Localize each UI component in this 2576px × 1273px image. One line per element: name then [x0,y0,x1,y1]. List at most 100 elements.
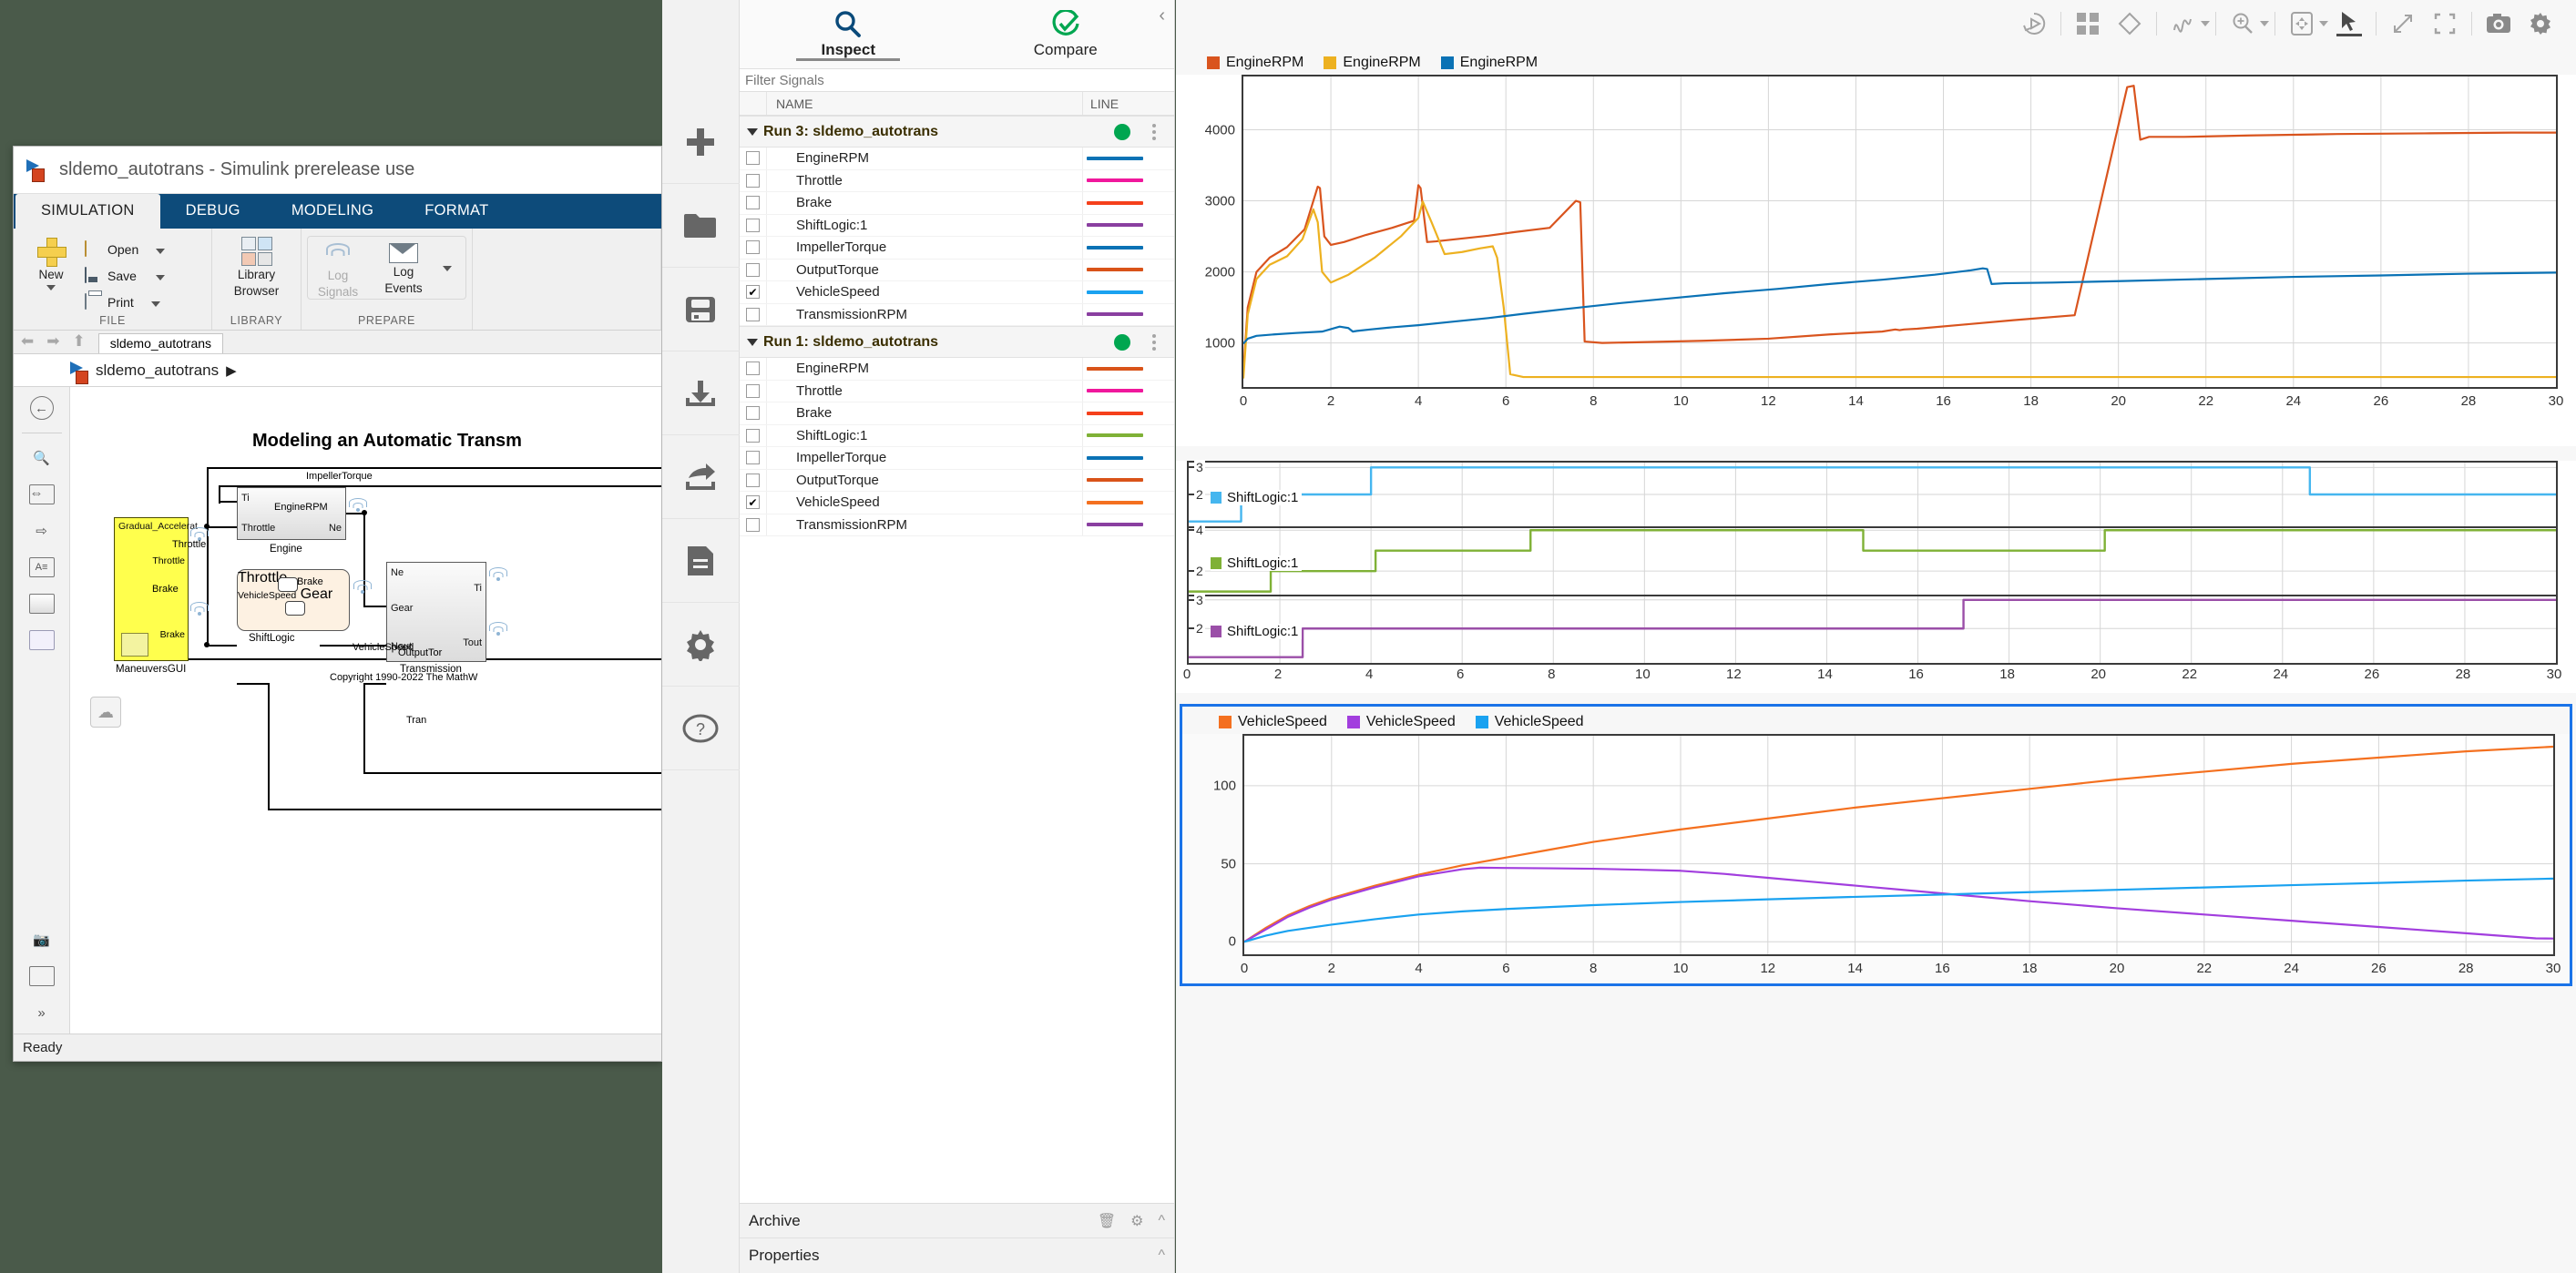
scope-viewer-icon[interactable] [28,592,56,616]
archive-section-header[interactable]: Archive 🗑 ⚙ ^ [740,1204,1174,1238]
shiftlogic-chart-2[interactable]: 24ShiftLogic:1 [1176,528,2576,596]
signal-checkbox[interactable] [746,518,760,532]
signal-row[interactable]: ImpellerTorque [740,237,1174,260]
chevron-up-icon[interactable]: ^ [1158,1213,1165,1229]
signal-list[interactable]: Run 3: sldemo_autotransEngineRPMThrottle… [740,116,1174,1203]
signal-checkbox[interactable] [746,308,760,321]
snapshot-icon[interactable] [2478,5,2520,42]
chevron-down-icon[interactable] [2201,21,2210,26]
more-options-icon[interactable] [1145,124,1163,140]
signal-checkbox[interactable] [746,240,760,254]
zoom-in-icon[interactable] [2222,5,2264,42]
library-browser-button[interactable]: Library Browser [221,234,291,298]
signal-row[interactable]: EngineRPM [740,358,1174,381]
signal-checkbox[interactable] [746,406,760,420]
signal-checkbox[interactable]: ✔ [746,495,760,509]
signal-row[interactable]: TransmissionRPM [740,304,1174,327]
signal-row[interactable]: EngineRPM [740,148,1174,170]
tab-format[interactable]: FORMAT [399,194,514,229]
properties-section-header[interactable]: Properties ^ [740,1238,1174,1273]
collapse-panel-icon[interactable]: ‹ [1159,5,1165,26]
highlight-icon[interactable] [2109,5,2151,42]
forward-arrow-icon[interactable]: ➡ [46,332,59,353]
signal-checkbox[interactable] [746,196,760,209]
signal-row[interactable]: Throttle [740,381,1174,403]
tab-debug[interactable]: DEBUG [160,194,266,229]
folder-icon[interactable] [662,184,740,268]
signal-checkbox[interactable] [746,151,760,165]
chart-axes[interactable]: 1000200030004000024681012141618202224262… [1242,75,2558,389]
address-play-icon[interactable]: ▶ [226,362,237,379]
fit-to-view-icon[interactable] [2382,5,2424,42]
chevron-up-icon[interactable]: ^ [1158,1248,1165,1264]
zoom-region-icon[interactable]: 🔍 [28,446,56,470]
save-chevron-down-icon[interactable] [156,275,165,280]
signal-row[interactable]: ✔VehicleSpeed [740,492,1174,514]
block-shiftlogic[interactable]: Throttle VehicleSpeed Gear [237,569,350,631]
plus-icon[interactable] [662,100,740,184]
tab-compare[interactable]: Compare [957,0,1175,68]
help-icon[interactable]: ? [662,687,740,770]
tab-modeling[interactable]: MODELING [266,194,399,229]
model-canvas[interactable]: Modeling an Automatic Transm [70,387,661,1034]
chevron-down-icon[interactable] [747,128,758,136]
signal-checkbox[interactable] [746,474,760,487]
navigate-back-icon[interactable]: ← [30,396,54,420]
breadcrumb-tab[interactable]: sldemo_autotrans [98,333,223,353]
signal-routing-icon[interactable]: ⇨ [28,519,56,543]
model-explorer-icon[interactable] [28,964,56,988]
shiftlogic-chart-1[interactable]: 23ShiftLogic:1 [1176,461,2576,528]
signal-row[interactable]: ✔VehicleSpeed [740,281,1174,304]
signal-checkbox[interactable] [746,174,760,188]
tab-inspect[interactable]: Inspect [740,0,957,68]
data-dictionary-icon[interactable]: ☁ [90,697,121,728]
prepare-more-chevron-icon[interactable] [443,266,452,271]
pan-icon[interactable] [2281,5,2323,42]
signal-checkbox[interactable] [746,263,760,277]
run-header[interactable]: Run 1: sldemo_autotrans [740,326,1174,358]
simulink-ribbon-tabs[interactable]: SIMULATION DEBUG MODELING FORMAT [14,194,661,229]
signal-checkbox[interactable] [746,451,760,464]
chart-axes[interactable]: 23ShiftLogic:1 [1187,596,2558,665]
chevron-down-icon[interactable] [2319,21,2328,26]
signal-row[interactable]: TransmissionRPM [740,514,1174,537]
search-input[interactable] [745,73,1174,88]
shiftlogic-chart-3[interactable]: 23ShiftLogic:1 0246810121416182022242628… [1176,596,2576,693]
filter-signals-container[interactable] [740,68,1174,92]
open-button[interactable]: Open [85,238,165,261]
run-header[interactable]: Run 3: sldemo_autotrans [740,116,1174,148]
signal-row[interactable]: ShiftLogic:1 [740,215,1174,238]
replay-icon[interactable] [2013,5,2055,42]
chart-axes[interactable]: 23ShiftLogic:1 [1187,461,2558,528]
signal-checkbox[interactable]: ✔ [746,285,760,299]
engine-rpm-chart[interactable]: EngineRPMEngineRPMEngineRPM 100020003000… [1176,47,2576,446]
camera-icon[interactable]: 📷 [28,928,56,952]
annotation-icon[interactable]: A≡ [28,555,56,579]
chevron-down-icon[interactable] [2260,21,2269,26]
vehicle-speed-chart[interactable]: VehicleSpeedVehicleSpeedVehicleSpeed 050… [1180,704,2572,986]
block-engine[interactable]: Ti Throttle Ne [237,487,346,540]
signal-row[interactable]: Brake [740,192,1174,215]
signal-checkbox[interactable] [746,429,760,443]
gear-icon[interactable]: ⚙ [1130,1212,1143,1230]
more-options-icon[interactable] [1145,334,1163,351]
tab-simulation[interactable]: SIMULATION [15,194,160,229]
back-arrow-icon[interactable]: ⬅ [21,332,34,353]
signal-checkbox[interactable] [746,362,760,375]
signal-row[interactable]: ImpellerTorque [740,447,1174,470]
signal-checkbox[interactable] [746,384,760,398]
select-area-icon[interactable] [28,628,56,652]
open-chevron-down-icon[interactable] [156,249,165,254]
save-icon[interactable] [662,268,740,351]
signal-checkbox[interactable] [746,219,760,232]
gear-icon[interactable] [662,603,740,687]
layout-grid-icon[interactable] [2067,5,2109,42]
cursor-arrow-icon[interactable] [2328,5,2370,42]
fit-to-view-icon[interactable]: ⇔ [28,483,56,506]
more-tools-icon[interactable]: » [28,1001,56,1024]
fullscreen-icon[interactable] [2424,5,2466,42]
chevron-down-icon[interactable] [747,339,758,346]
trash-icon[interactable]: 🗑 [1098,1212,1116,1230]
save-button[interactable]: Save [85,264,165,288]
log-events-button[interactable]: Log Events [377,240,430,295]
